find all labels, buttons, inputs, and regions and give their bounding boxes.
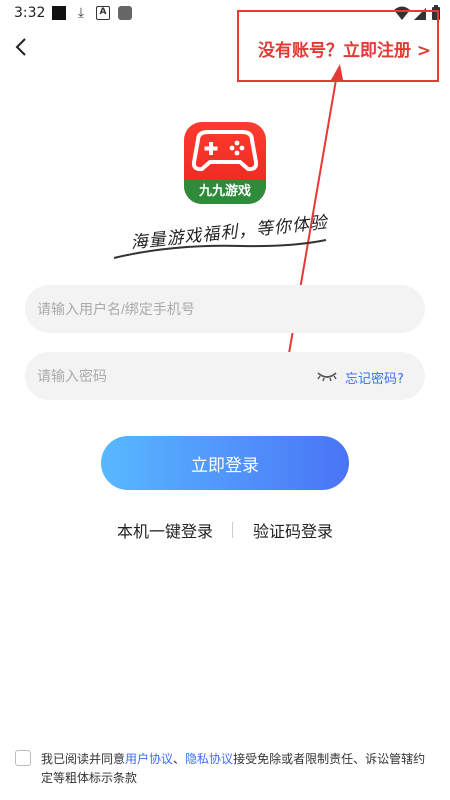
- password-field: 忘记密码?: [25, 352, 425, 400]
- agreement-text: 我已阅读并同意用户协议、隐私协议接受免除或者限制责任、诉讼管辖约定等粗体标示条款: [41, 750, 436, 788]
- privacy-agreement-link[interactable]: 隐私协议: [185, 752, 233, 766]
- gamepad-icon: [191, 130, 259, 172]
- slogan: 海量游戏福利，等你体验: [112, 213, 342, 264]
- back-button[interactable]: [8, 32, 36, 62]
- eye-closed-icon[interactable]: [316, 368, 338, 384]
- annotation-arrow: [280, 64, 343, 401]
- app-notification-icon: [118, 6, 132, 20]
- sms-login-button[interactable]: 验证码登录: [253, 518, 333, 542]
- login-button[interactable]: 立即登录: [101, 436, 349, 490]
- slogan-brush-stroke: [113, 239, 327, 259]
- download-icon: ⤓: [77, 5, 85, 21]
- password-input[interactable]: [37, 352, 317, 400]
- one-click-login-button[interactable]: 本机一键登录: [117, 518, 213, 542]
- square-notification-icon: [52, 6, 66, 20]
- alternative-login-row: 本机一键登录 验证码登录: [0, 518, 450, 542]
- agreement-separator: 、: [173, 752, 186, 766]
- divider: [232, 522, 233, 538]
- status-time: 3:32: [14, 5, 46, 21]
- username-field: [25, 285, 425, 333]
- agreement-prefix: 我已阅读并同意: [41, 752, 126, 766]
- forgot-password-link[interactable]: 忘记密码?: [345, 368, 404, 387]
- agreement-checkbox[interactable]: [15, 750, 31, 766]
- chevron-left-icon: [15, 38, 26, 56]
- register-link[interactable]: 没有账号？立即注册 >: [258, 36, 438, 61]
- app-logo: 九九游戏: [184, 122, 266, 204]
- username-input[interactable]: [37, 285, 413, 333]
- logo-label: 九九游戏: [184, 180, 266, 204]
- user-agreement-link[interactable]: 用户协议: [125, 752, 173, 766]
- a-notification-icon: A: [96, 6, 110, 20]
